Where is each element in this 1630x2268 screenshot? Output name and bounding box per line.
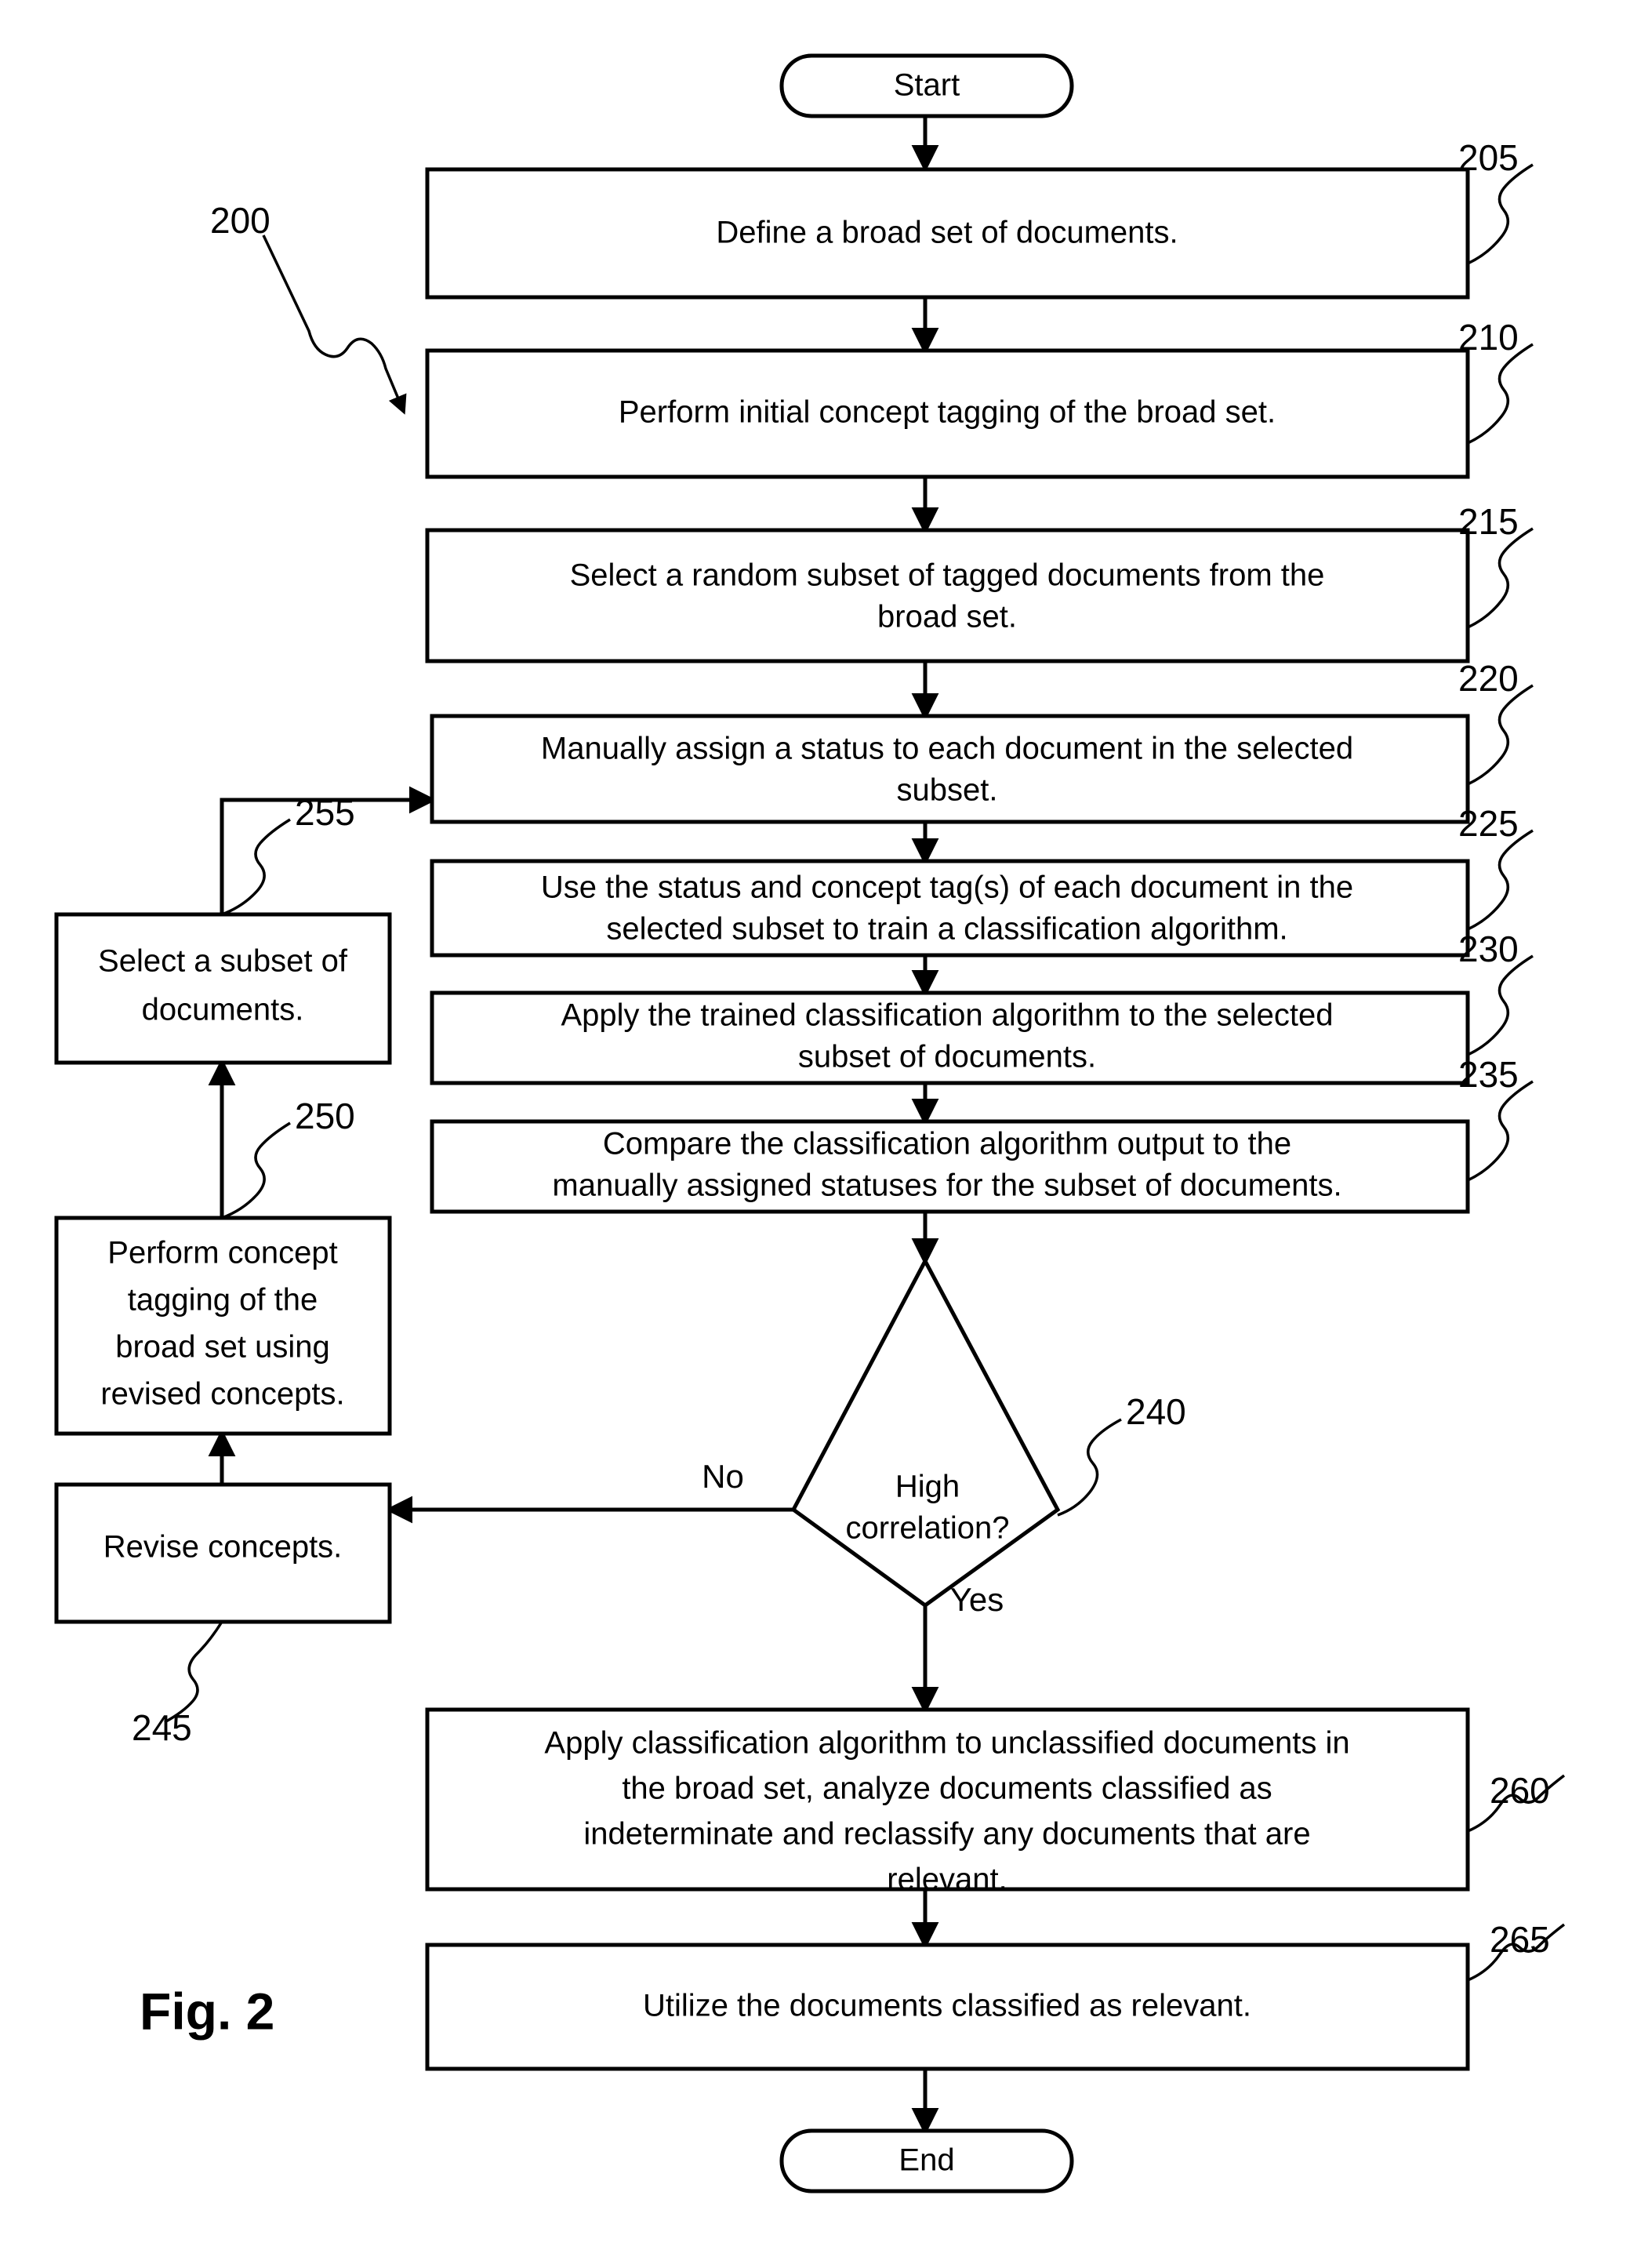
process-box-215-line1: Select a random subset of tagged documen… xyxy=(570,558,1325,593)
process-box-250-line2: tagging of the xyxy=(128,1283,318,1318)
figure-page: Start Define a broad set of documents. P… xyxy=(0,0,1630,2268)
lead-line-220 xyxy=(1467,684,1534,786)
ref-numeral-235: 235 xyxy=(1458,1054,1519,1095)
process-box-250-line4: revised concepts. xyxy=(100,1377,344,1412)
process-box-220-line2: subset. xyxy=(897,773,998,808)
process-box-245-line1: Revise concepts. xyxy=(103,1530,343,1565)
process-box-255 xyxy=(54,912,392,1065)
ref-numeral-260: 260 xyxy=(1490,1770,1550,1811)
process-box-210-line1: Perform initial concept tagging of the b… xyxy=(619,395,1276,430)
process-box-260-line1: Apply classification algorithm to unclas… xyxy=(544,1726,1349,1761)
ref-numeral-230: 230 xyxy=(1458,929,1519,969)
lead-line-215 xyxy=(1467,527,1534,629)
process-box-250-line1: Perform concept xyxy=(107,1236,337,1270)
lead-line-225 xyxy=(1467,829,1534,931)
process-box-230-line2: subset of documents. xyxy=(798,1040,1096,1074)
process-box-260-line4: relevant. xyxy=(887,1863,1007,1897)
process-box-215-line2: broad set. xyxy=(877,600,1017,634)
process-box-230-line1: Apply the trained classification algorit… xyxy=(561,998,1334,1033)
ref-numeral-210: 210 xyxy=(1458,317,1519,358)
ref-numeral-240: 240 xyxy=(1126,1391,1186,1432)
process-box-235-line1: Compare the classification algorithm out… xyxy=(603,1127,1291,1161)
lead-line-240 xyxy=(1057,1418,1122,1517)
ref-numeral-200: 200 xyxy=(210,200,270,241)
process-box-225-line2: selected subset to train a classificatio… xyxy=(606,912,1287,947)
branch-label-yes: Yes xyxy=(950,1581,1004,1618)
branch-label-no: No xyxy=(702,1458,744,1495)
flowchart-canvas: Start Define a broad set of documents. P… xyxy=(54,53,1566,2193)
ref-numeral-220: 220 xyxy=(1458,658,1519,699)
process-box-205-line1: Define a broad set of documents. xyxy=(716,216,1178,250)
ref-numeral-255: 255 xyxy=(295,792,355,833)
lead-line-250 xyxy=(221,1121,291,1219)
figure-caption: Fig. 2 xyxy=(140,1982,274,2040)
terminator-start-label: Start xyxy=(894,68,960,103)
process-box-220-line1: Manually assign a status to each documen… xyxy=(541,732,1353,766)
process-box-250-line3: broad set using xyxy=(115,1330,330,1365)
ref-numeral-205: 205 xyxy=(1458,137,1519,178)
process-box-255-line2: documents. xyxy=(142,993,304,1027)
process-box-235-line2: manually assigned statuses for the subse… xyxy=(552,1169,1341,1203)
process-box-260-line3: indeterminate and reclassify any documen… xyxy=(583,1817,1310,1852)
lead-line-210 xyxy=(1467,343,1534,445)
terminator-end-label: End xyxy=(898,2143,954,2178)
lead-line-205 xyxy=(1467,163,1534,265)
ref-numeral-215: 215 xyxy=(1458,501,1519,542)
process-box-265-line1: Utilize the documents classified as rele… xyxy=(643,1989,1251,2023)
ref-numeral-245: 245 xyxy=(132,1707,192,1748)
lead-line-255 xyxy=(221,818,291,916)
decision-diamond-240 xyxy=(790,1256,1061,1608)
ref-numeral-250: 250 xyxy=(295,1096,355,1136)
process-box-215 xyxy=(425,528,1470,663)
process-box-255-line1: Select a subset of xyxy=(98,944,348,979)
process-box-225-line1: Use the status and concept tag(s) of eac… xyxy=(541,870,1353,905)
decision-240-line2: correlation? xyxy=(845,1511,1009,1546)
process-box-260-line2: the broad set, analyze documents classif… xyxy=(622,1772,1272,1806)
ref-numeral-265: 265 xyxy=(1490,1919,1550,1960)
lead-line-230 xyxy=(1467,954,1534,1056)
decision-240-line1: High xyxy=(895,1470,960,1504)
ref-numeral-225: 225 xyxy=(1458,803,1519,844)
lead-line-200 xyxy=(262,234,407,415)
lead-line-235 xyxy=(1467,1080,1534,1182)
